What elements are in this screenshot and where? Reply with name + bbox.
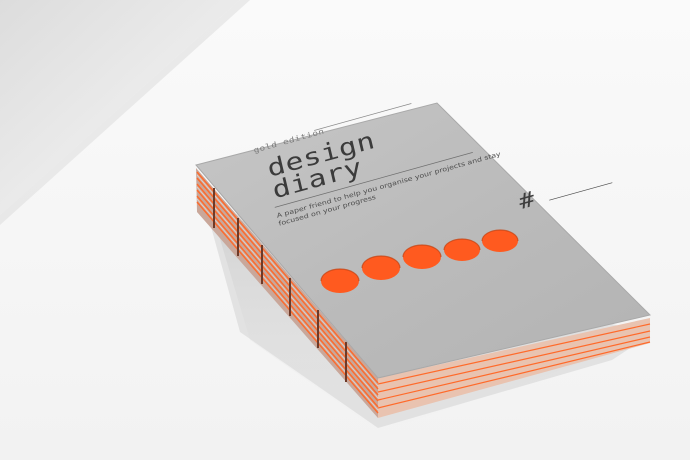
- notebook: [195, 102, 651, 432]
- product-photo: gold edition design diary A paper friend…: [0, 0, 690, 460]
